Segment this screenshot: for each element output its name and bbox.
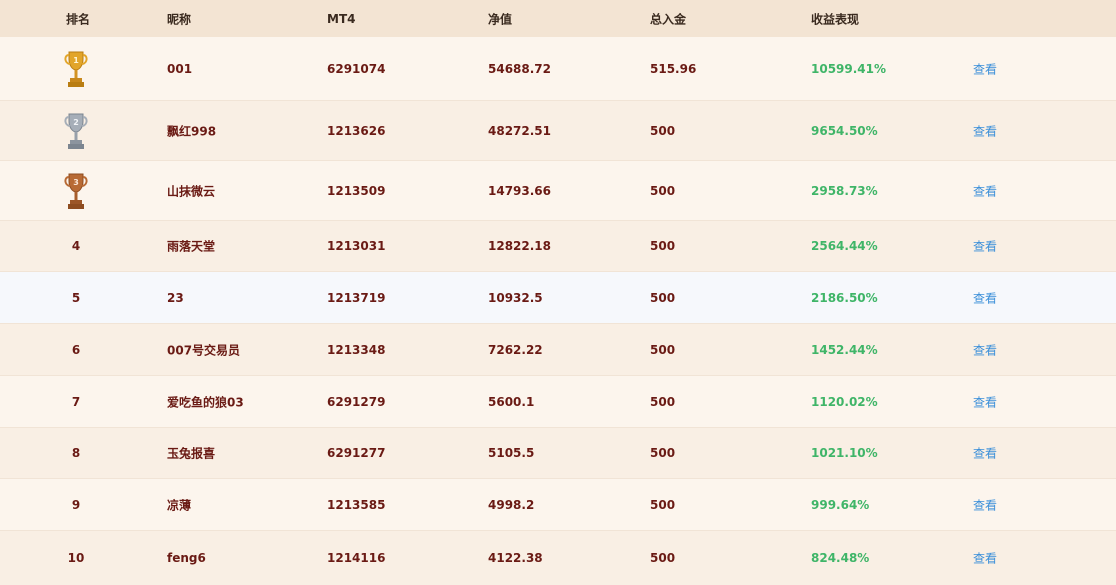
view-link[interactable]: 查看 xyxy=(973,60,997,77)
table-row: 10 feng6 1214116 4122.38 500 824.48% 查看 xyxy=(0,531,1116,585)
nickname-cell: 雨落天堂 xyxy=(167,239,216,254)
nickname-cell: 爱吃鱼的狼03 xyxy=(167,395,244,409)
deposit-cell: 500 xyxy=(650,342,676,357)
performance-cell: 9654.50% xyxy=(811,123,878,138)
view-link[interactable]: 查看 xyxy=(973,445,997,462)
mt4-cell: 6291277 xyxy=(327,446,386,460)
rank-cell: 5 xyxy=(71,290,81,305)
header-deposit: 总入金 xyxy=(650,12,687,26)
deposit-cell: 500 xyxy=(650,446,676,460)
nickname-cell: 001 xyxy=(167,61,193,76)
mt4-cell: 1213348 xyxy=(327,342,386,357)
table-row: 2 飘红998 1213626 48272.51 500 9654.50% 查看 xyxy=(0,101,1116,161)
table-row: 9 凉薄 1213585 4998.2 500 999.64% 查看 xyxy=(0,479,1116,531)
header-nickname: 昵称 xyxy=(167,12,192,26)
rank-cell: 6 xyxy=(71,342,81,357)
bronze-trophy-icon: 3 xyxy=(64,173,88,209)
table-row: 5 23 1213719 10932.5 500 2186.50% 查看 xyxy=(0,272,1116,324)
performance-cell: 2186.50% xyxy=(811,290,878,305)
ranking-table: 排名 昵称 MT4 净值 总入金 收益表现 1 001 6291074 5468… xyxy=(0,0,1116,585)
performance-cell: 2564.44% xyxy=(811,239,878,253)
view-link[interactable]: 查看 xyxy=(973,238,997,255)
rank-cell: 3 xyxy=(0,171,152,211)
mt4-cell: 6291074 xyxy=(327,61,386,76)
mt4-cell: 6291279 xyxy=(327,394,386,409)
equity-cell: 5105.5 xyxy=(488,446,535,460)
equity-cell: 4998.2 xyxy=(488,497,535,512)
rank-cell: 10 xyxy=(67,551,85,565)
nickname-cell: 007号交易员 xyxy=(167,343,241,357)
deposit-cell: 515.96 xyxy=(650,61,697,76)
mt4-cell: 1213585 xyxy=(327,497,386,512)
table-row: 1 001 6291074 54688.72 515.96 10599.41% … xyxy=(0,37,1116,101)
performance-cell: 10599.41% xyxy=(811,61,887,76)
performance-cell: 2958.73% xyxy=(811,183,878,198)
table-row: 6 007号交易员 1213348 7262.22 500 1452.44% 查… xyxy=(0,324,1116,376)
rank-cell: 9 xyxy=(71,497,81,512)
mt4-cell: 1214116 xyxy=(327,551,386,565)
deposit-cell: 500 xyxy=(650,123,676,138)
equity-cell: 14793.66 xyxy=(488,183,552,198)
view-link[interactable]: 查看 xyxy=(973,182,997,199)
view-link[interactable]: 查看 xyxy=(973,393,997,410)
rank-cell: 1 xyxy=(0,49,152,89)
deposit-cell: 500 xyxy=(650,239,676,253)
deposit-cell: 500 xyxy=(650,497,676,512)
equity-cell: 10932.5 xyxy=(488,290,543,305)
equity-cell: 54688.72 xyxy=(488,61,552,76)
silver-trophy-icon: 2 xyxy=(64,113,88,149)
nickname-cell: 凉薄 xyxy=(167,498,192,512)
rank-cell: 7 xyxy=(71,394,81,409)
table-header: 排名 昵称 MT4 净值 总入金 收益表现 xyxy=(0,0,1116,37)
gold-trophy-icon: 1 xyxy=(64,51,88,87)
deposit-cell: 500 xyxy=(650,551,676,565)
header-equity: 净值 xyxy=(488,12,513,26)
performance-cell: 999.64% xyxy=(811,497,870,512)
svg-text:3: 3 xyxy=(73,178,79,187)
table-row: 4 雨落天堂 1213031 12822.18 500 2564.44% 查看 xyxy=(0,221,1116,272)
rank-cell: 8 xyxy=(71,446,81,460)
nickname-cell: 23 xyxy=(167,290,184,305)
performance-cell: 1021.10% xyxy=(811,446,878,460)
deposit-cell: 500 xyxy=(650,183,676,198)
deposit-cell: 500 xyxy=(650,394,676,409)
nickname-cell: 玉兔报喜 xyxy=(167,446,216,461)
nickname-cell: 山抹微云 xyxy=(167,184,216,198)
mt4-cell: 1213719 xyxy=(327,290,386,305)
equity-cell: 48272.51 xyxy=(488,123,552,138)
mt4-cell: 1213509 xyxy=(327,183,386,198)
view-link[interactable]: 查看 xyxy=(973,550,997,567)
header-mt4: MT4 xyxy=(327,11,356,26)
view-link[interactable]: 查看 xyxy=(973,122,997,139)
rank-cell: 2 xyxy=(0,111,152,151)
nickname-cell: 飘红998 xyxy=(167,124,217,138)
header-rank: 排名 xyxy=(66,12,91,26)
deposit-cell: 500 xyxy=(650,290,676,305)
equity-cell: 4122.38 xyxy=(488,551,543,565)
mt4-cell: 1213626 xyxy=(327,123,386,138)
mt4-cell: 1213031 xyxy=(327,239,386,253)
view-link[interactable]: 查看 xyxy=(973,496,997,513)
svg-text:1: 1 xyxy=(73,56,79,65)
table-row: 7 爱吃鱼的狼03 6291279 5600.1 500 1120.02% 查看 xyxy=(0,376,1116,428)
equity-cell: 5600.1 xyxy=(488,394,535,409)
table-row: 8 玉兔报喜 6291277 5105.5 500 1021.10% 查看 xyxy=(0,428,1116,479)
performance-cell: 824.48% xyxy=(811,551,870,565)
nickname-cell: feng6 xyxy=(167,551,206,565)
view-link[interactable]: 查看 xyxy=(973,341,997,358)
header-performance: 收益表现 xyxy=(811,12,860,26)
svg-text:2: 2 xyxy=(73,118,79,127)
performance-cell: 1120.02% xyxy=(811,394,878,409)
rank-cell: 4 xyxy=(71,239,81,253)
view-link[interactable]: 查看 xyxy=(973,289,997,306)
performance-cell: 1452.44% xyxy=(811,342,878,357)
table-row: 3 山抹微云 1213509 14793.66 500 2958.73% 查看 xyxy=(0,161,1116,221)
equity-cell: 12822.18 xyxy=(488,239,552,253)
equity-cell: 7262.22 xyxy=(488,342,543,357)
